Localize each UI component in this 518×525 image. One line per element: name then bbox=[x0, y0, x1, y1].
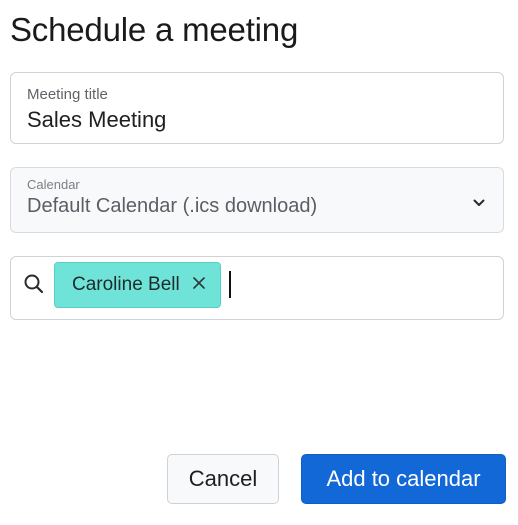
page-title: Schedule a meeting bbox=[10, 11, 299, 48]
close-icon[interactable] bbox=[192, 276, 206, 290]
chevron-down-icon[interactable] bbox=[472, 196, 486, 210]
meeting-title-label: Meeting title bbox=[27, 86, 108, 103]
calendar-label: Calendar bbox=[27, 177, 80, 192]
schedule-meeting-dialog: Schedule a meeting Meeting title Sales M… bbox=[0, 0, 518, 525]
meeting-title-input[interactable]: Sales Meeting bbox=[27, 107, 166, 133]
attendee-chip-label: Caroline Bell bbox=[72, 274, 180, 295]
attendee-chip[interactable]: Caroline Bell bbox=[54, 262, 221, 308]
calendar-selected-value: Default Calendar (.ics download) bbox=[27, 195, 318, 217]
attendee-search-input-caret[interactable] bbox=[229, 271, 231, 298]
search-icon bbox=[24, 274, 44, 294]
cancel-button[interactable]: Cancel bbox=[167, 454, 279, 504]
add-to-calendar-button[interactable]: Add to calendar bbox=[301, 454, 506, 504]
meeting-title-field[interactable]: Meeting title Sales Meeting bbox=[10, 72, 504, 144]
attendees-search-field[interactable]: Caroline Bell bbox=[10, 256, 504, 320]
calendar-select[interactable]: Calendar Default Calendar (.ics download… bbox=[10, 167, 504, 233]
